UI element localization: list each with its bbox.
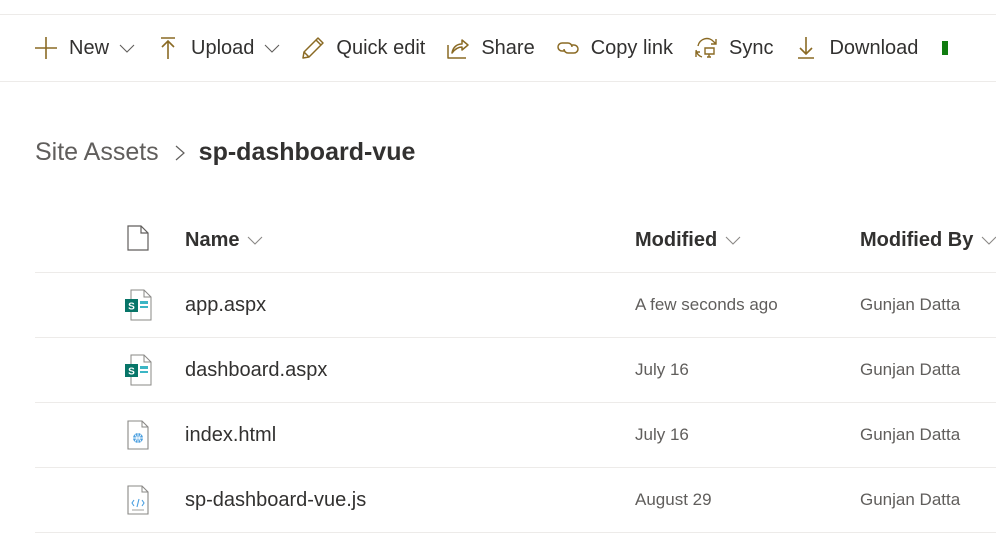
svg-text:S: S — [128, 302, 135, 313]
upload-button[interactable]: Upload — [145, 28, 290, 68]
file-name[interactable]: sp-dashboard-vue.js — [185, 489, 366, 512]
sharepoint-page-icon: S — [123, 338, 153, 402]
name-column-header[interactable]: Name — [185, 208, 263, 272]
file-name[interactable]: app.aspx — [185, 294, 266, 317]
download-icon — [793, 35, 819, 61]
file-type-column-header[interactable] — [123, 208, 153, 272]
sync-button[interactable]: Sync — [683, 28, 783, 68]
copy-link-button[interactable]: Copy link — [545, 28, 683, 68]
modified-by-header-label: Modified By — [860, 228, 974, 251]
new-button[interactable]: New — [0, 28, 145, 68]
modified-by[interactable]: Gunjan Datta — [860, 295, 960, 315]
chevron-down-icon — [264, 40, 280, 56]
download-label: Download — [829, 36, 919, 59]
list-item[interactable]: S dashboard.aspx July 16 Gunjan Datta — [35, 338, 996, 403]
list-item[interactable]: S app.aspx A few seconds ago Gunjan Datt… — [35, 273, 996, 338]
list-item[interactable]: index.html July 16 Gunjan Datta — [35, 403, 996, 468]
sharepoint-page-icon: S — [123, 273, 153, 337]
modified-date: July 16 — [635, 425, 689, 444]
modified-by[interactable]: Gunjan Datta — [860, 360, 960, 380]
list-item[interactable]: sp-dashboard-vue.js August 29 Gunjan Dat… — [35, 468, 996, 533]
breadcrumb-current: sp-dashboard-vue — [198, 138, 416, 166]
chevron-down-icon — [981, 232, 996, 248]
modified-date: A few seconds ago — [635, 295, 778, 314]
file-type-icon — [127, 224, 149, 256]
upload-icon — [155, 35, 181, 61]
share-icon — [445, 35, 471, 61]
overflow-command-icon[interactable] — [942, 41, 949, 55]
pencil-icon — [300, 35, 326, 61]
modified-by-column-header[interactable]: Modified By — [860, 208, 996, 272]
share-button[interactable]: Share — [435, 28, 544, 68]
new-label: New — [69, 36, 110, 59]
name-header-label: Name — [185, 228, 240, 251]
svg-text:S: S — [128, 367, 135, 378]
sync-label: Sync — [728, 36, 774, 59]
sync-icon — [693, 35, 719, 61]
quick-edit-button[interactable]: Quick edit — [290, 28, 435, 68]
chevron-down-icon — [247, 232, 263, 248]
chevron-right-icon — [173, 144, 187, 162]
file-list: Name Modified Modified By S app.aspx A f… — [35, 208, 996, 533]
download-button[interactable]: Download — [783, 28, 928, 68]
chevron-down-icon — [725, 232, 741, 248]
copy-link-label: Copy link — [590, 36, 673, 59]
code-file-icon — [123, 468, 153, 532]
modified-column-header[interactable]: Modified — [635, 208, 741, 272]
modified-date: August 29 — [635, 490, 712, 509]
breadcrumb-parent[interactable]: Site Assets — [35, 138, 159, 167]
quick-edit-label: Quick edit — [336, 36, 426, 59]
upload-label: Upload — [191, 36, 255, 59]
file-name[interactable]: dashboard.aspx — [185, 359, 327, 382]
plus-icon — [33, 35, 59, 61]
list-header: Name Modified Modified By — [35, 208, 996, 273]
modified-date: July 16 — [635, 360, 689, 379]
file-name[interactable]: index.html — [185, 424, 276, 447]
share-label: Share — [481, 36, 535, 59]
modified-by[interactable]: Gunjan Datta — [860, 425, 960, 445]
html-file-icon — [123, 403, 153, 467]
modified-by[interactable]: Gunjan Datta — [860, 490, 960, 510]
breadcrumb: Site Assets sp-dashboard-vue — [35, 138, 415, 167]
command-bar: New Upload Quick edit Share Copy link Sy… — [0, 15, 996, 82]
modified-header-label: Modified — [635, 228, 718, 251]
link-icon — [555, 35, 581, 61]
chevron-down-icon — [119, 40, 135, 56]
